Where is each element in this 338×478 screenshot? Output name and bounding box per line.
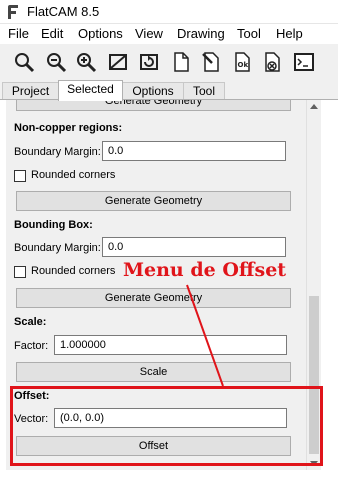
scale-factor-label: Factor: — [14, 340, 49, 352]
bounding-generate-button[interactable]: Generate Geometry — [16, 288, 291, 308]
zoom-fit-icon — [15, 53, 35, 73]
menu-drawing[interactable]: Drawing — [177, 26, 225, 41]
replot-button[interactable] — [136, 49, 162, 75]
bounding-box-heading: Bounding Box: — [14, 219, 93, 231]
noncopper-generate-button[interactable]: Generate Geometry — [16, 191, 291, 211]
menu-file[interactable]: File — [8, 26, 29, 41]
tab-selected[interactable]: Selected — [58, 80, 123, 101]
delete-button[interactable] — [259, 49, 285, 75]
new-geometry-button[interactable] — [168, 49, 194, 75]
tab-tool[interactable]: Tool — [183, 82, 225, 100]
scale-heading: Scale: — [14, 316, 47, 328]
clear-plot-icon — [109, 54, 127, 70]
bounding-margin-input[interactable]: 0.0 — [102, 237, 286, 257]
zoom-out-icon — [47, 53, 67, 73]
update-geometry-button[interactable]: Ok — [229, 49, 255, 75]
noncopper-rounded-checkbox[interactable] — [14, 170, 26, 182]
delete-icon — [265, 52, 280, 72]
tab-project[interactable]: Project — [2, 82, 59, 100]
noncopper-heading: Non-copper regions: — [14, 122, 123, 134]
bounding-rounded-label: Rounded corners — [31, 265, 116, 277]
clear-plot-button[interactable] — [105, 49, 131, 75]
zoom-in-icon — [77, 53, 97, 73]
bounding-margin-label: Boundary Margin: — [14, 242, 101, 254]
annotation-label: Menu de Offset — [123, 259, 287, 281]
tab-options[interactable]: Options — [122, 82, 184, 100]
bounding-rounded-checkbox[interactable] — [14, 266, 26, 278]
edit-geometry-button[interactable] — [198, 49, 224, 75]
menu-edit[interactable]: Edit — [41, 26, 63, 41]
toolbar: Ok — [0, 45, 338, 78]
menu-view[interactable]: View — [135, 26, 163, 41]
zoom-fit-button[interactable] — [11, 49, 37, 75]
generate-geometry-button-top[interactable]: Generate Geometry — [16, 100, 291, 111]
shell-icon — [294, 53, 314, 71]
zoom-out-button[interactable] — [43, 49, 69, 75]
scroll-up-icon[interactable] — [310, 104, 318, 109]
noncopper-margin-input[interactable]: 0.0 — [102, 141, 286, 161]
flatcam-logo-icon — [8, 5, 18, 19]
shell-button[interactable] — [291, 49, 317, 75]
noncopper-rounded-label: Rounded corners — [31, 169, 116, 181]
edit-geometry-icon — [202, 52, 219, 72]
noncopper-margin-label: Boundary Margin: — [14, 146, 101, 158]
window-title: FlatCAM 8.5 — [27, 4, 100, 19]
new-geometry-icon — [174, 52, 189, 72]
annotation-offset-highlight — [10, 386, 323, 466]
title-bar: FlatCAM 8.5 — [0, 0, 338, 24]
replot-icon — [140, 54, 158, 70]
menu-options[interactable]: Options — [78, 26, 123, 41]
svg-text:Ok: Ok — [238, 61, 249, 69]
update-geometry-icon: Ok — [235, 52, 250, 72]
notebook-tabs: Project Selected Options Tool — [0, 80, 338, 101]
scale-factor-input[interactable]: 1.000000 — [54, 335, 287, 355]
menu-help[interactable]: Help — [276, 26, 303, 41]
scale-button[interactable]: Scale — [16, 362, 291, 382]
zoom-in-button[interactable] — [73, 49, 99, 75]
menu-tool[interactable]: Tool — [237, 26, 261, 41]
menu-bar: File Edit Options View Drawing Tool Help — [0, 24, 338, 44]
